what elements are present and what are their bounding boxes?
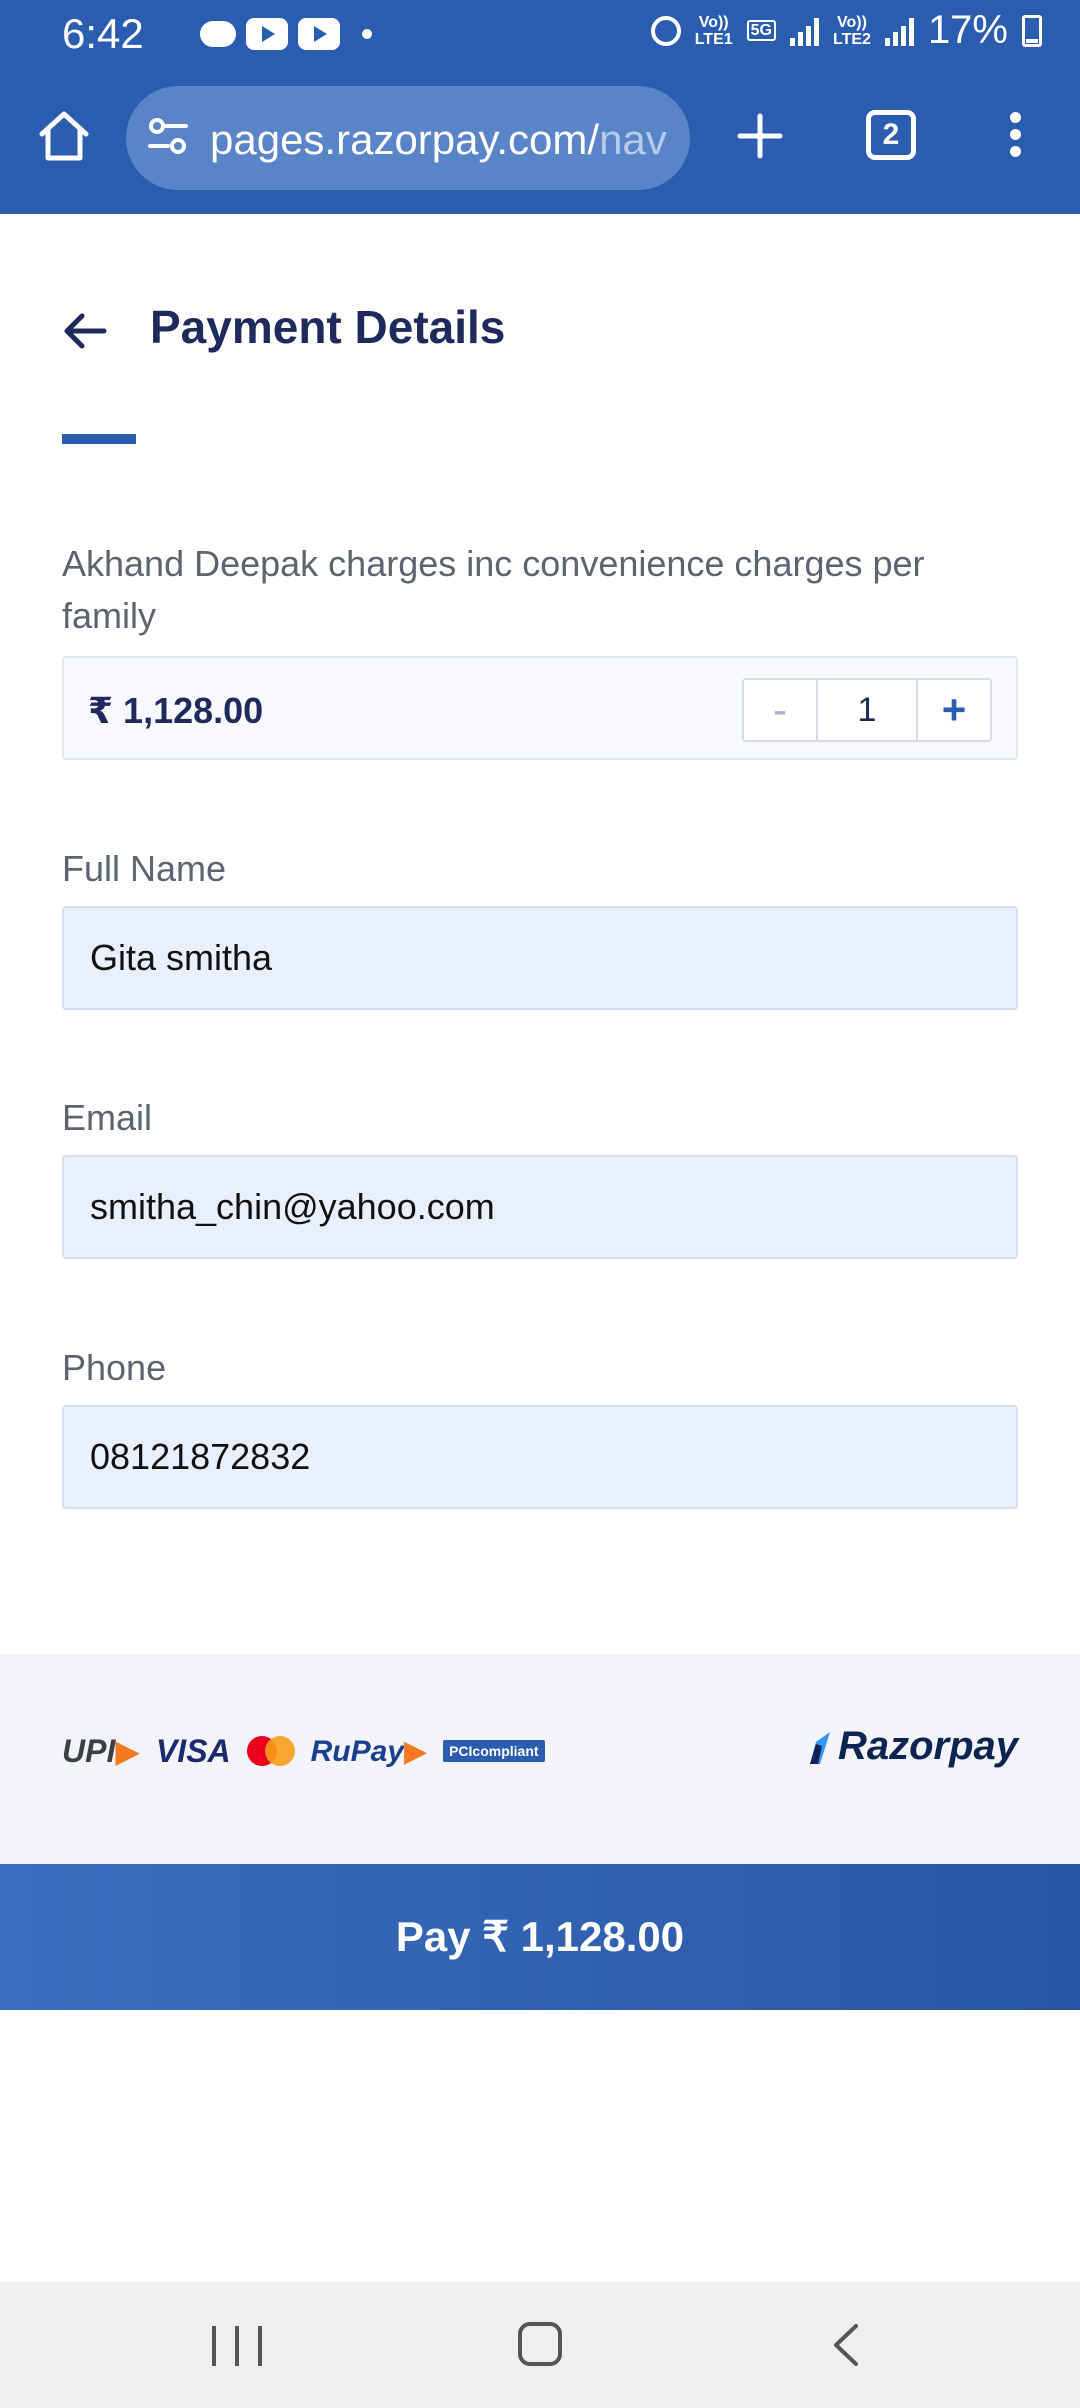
back-arrow-icon[interactable] (60, 306, 110, 356)
phone-field[interactable]: 08121872832 (62, 1405, 1018, 1509)
address-bar[interactable]: pages.razorpay.com/nav (126, 86, 690, 190)
system-icons: Vo)) LTE1 5G Vo)) LTE2 17% (650, 8, 1042, 53)
more-notifications-dot-icon (362, 29, 372, 39)
pci-compliant-logo: PCIcompliant (443, 1740, 545, 1762)
signal-2-icon (884, 16, 914, 46)
browser-toolbar: pages.razorpay.com/nav 2 (0, 84, 1080, 194)
item-amount: ₹ 1,128.00 (88, 690, 264, 731)
phone-label: Phone (62, 1347, 167, 1388)
email-field[interactable]: smitha_chin@yahoo.com (62, 1155, 1018, 1259)
full-name-label: Full Name (62, 848, 227, 889)
title-underline (62, 434, 136, 444)
youtube-icon (298, 18, 340, 50)
rupay-logo: RuPay▶ (310, 1734, 428, 1768)
quantity-value: 1 (857, 691, 877, 729)
razorpay-logo: Razorpay (808, 1724, 1018, 1769)
notification-icons (200, 18, 372, 50)
page-title: Payment Details (150, 301, 506, 353)
status-time: 6:42 (62, 10, 144, 57)
full-name-field[interactable]: Gita smitha (62, 906, 1018, 1010)
more-menu-icon[interactable] (1000, 106, 1030, 166)
battery-icon (1022, 14, 1042, 47)
tab-switcher-button[interactable]: 2 (866, 110, 916, 160)
system-navigation-bar (0, 2282, 1080, 2408)
site-settings-icon[interactable] (146, 114, 190, 158)
signal-1-icon (790, 16, 819, 46)
home-nav-icon[interactable] (518, 2322, 562, 2366)
alarm-icon (650, 15, 681, 46)
increase-quantity-button[interactable]: + (916, 680, 990, 740)
payment-logos: UPI▶ VISA RuPay▶ PCIcompliant (62, 1732, 545, 1770)
youtube-icon (246, 18, 288, 50)
url-text: pages.razorpay.com/nav (210, 116, 667, 163)
item-description: Akhand Deepak charges inc convenience ch… (62, 543, 925, 636)
new-tab-icon[interactable] (730, 106, 790, 166)
razorpay-mark-icon (809, 1731, 830, 1764)
email-label: Email (62, 1097, 153, 1138)
upi-logo: UPI▶ (62, 1733, 140, 1769)
pay-button[interactable]: Pay ₹ 1,128.00 (0, 1864, 1080, 2010)
mastercard-logo (246, 1736, 295, 1766)
network-1-label: Vo)) LTE1 (694, 13, 733, 48)
quantity-stepper: - 1 + (742, 678, 992, 742)
weather-icon (200, 21, 236, 47)
browser-chrome: 6:42 Vo)) LTE1 5G Vo)) LTE2 17% pages.ra… (0, 0, 1080, 214)
payment-methods-footer: UPI▶ VISA RuPay▶ PCIcompliant Razorpay (0, 1654, 1080, 1864)
status-bar: 6:42 Vo)) LTE1 5G Vo)) LTE2 17% (0, 0, 1080, 70)
item-amount-box: ₹ 1,128.00 - 1 + (62, 656, 1018, 760)
visa-logo: VISA (155, 1732, 231, 1769)
network-2-label: Vo)) LTE2 (833, 13, 871, 48)
5g-label: 5G (746, 20, 776, 41)
battery-percent: 17% (927, 8, 1008, 52)
back-nav-icon[interactable] (826, 2320, 866, 2370)
decrease-quantity-button[interactable]: - (744, 680, 818, 740)
recents-icon[interactable] (212, 2326, 262, 2366)
home-icon[interactable] (34, 106, 94, 166)
